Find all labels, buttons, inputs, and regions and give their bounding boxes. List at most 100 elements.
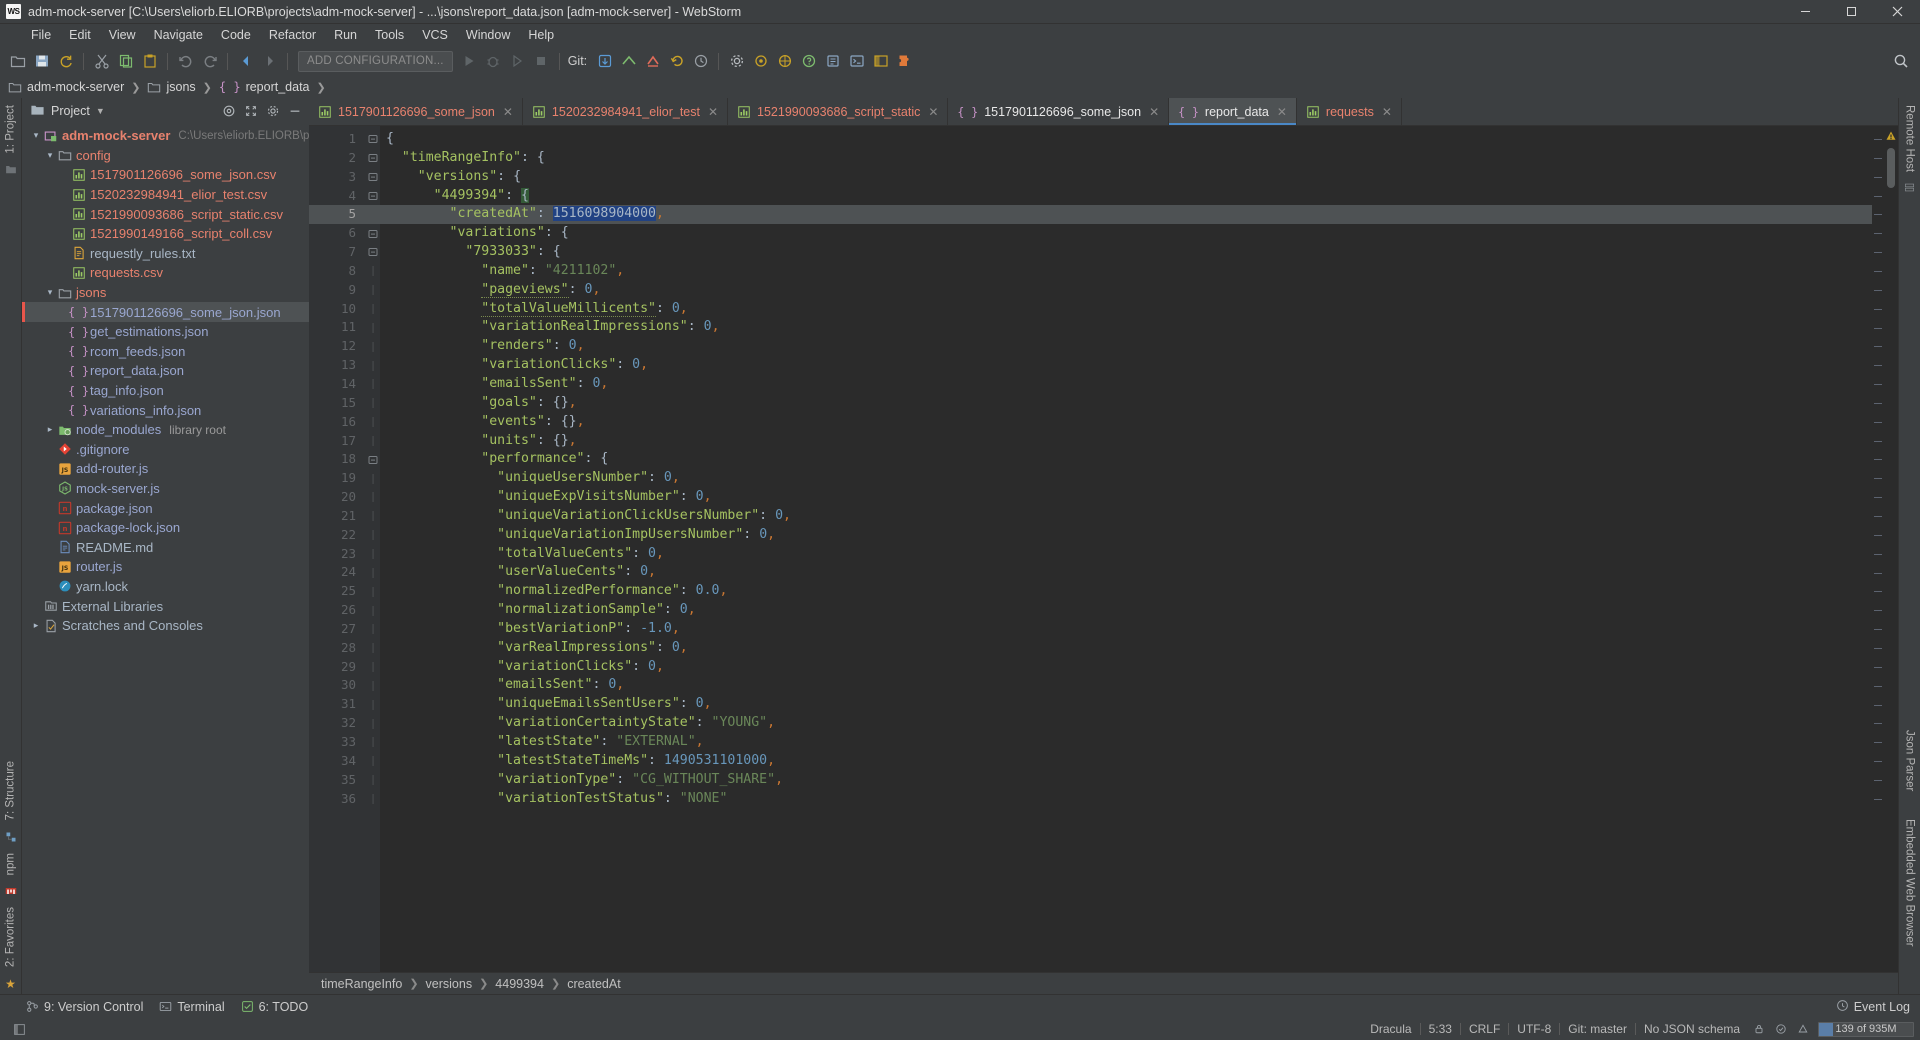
menu-vcs[interactable]: VCS xyxy=(413,26,457,44)
code-line[interactable]: "uniqueVariationClickUsersNumber": 0, xyxy=(380,507,1872,526)
line-number[interactable]: 17 xyxy=(309,432,365,451)
status-git-branch[interactable]: Git: master xyxy=(1560,1022,1635,1036)
save-all-icon[interactable] xyxy=(30,50,53,73)
close-icon[interactable]: ✕ xyxy=(928,105,938,119)
tree-node-get-estimations-json[interactable]: { } get_estimations.json xyxy=(22,322,309,342)
status-caret-position[interactable]: 5:33 xyxy=(1421,1022,1460,1036)
debug-icon[interactable] xyxy=(482,50,505,73)
line-number[interactable]: 21 xyxy=(309,507,365,526)
code-line[interactable]: "latestStateTimeMs": 1490531101000, xyxy=(380,752,1872,771)
code-line[interactable]: "variationClicks": 0, xyxy=(380,658,1872,677)
tree-node-1517901126696-some-json-json[interactable]: { } 1517901126696_some_json.json xyxy=(22,302,309,322)
tree-node-jsons[interactable]: ▾ jsons xyxy=(22,283,309,303)
tree-node-package-lock-json[interactable]: n package-lock.json xyxy=(22,518,309,538)
editor-scrollbar[interactable] xyxy=(1884,126,1898,972)
line-number[interactable]: 7 xyxy=(309,243,365,262)
tree-node-adm-mock-server[interactable]: ▾ adm-mock-server C:\Users\eliorb.ELIORB\p… xyxy=(22,126,309,146)
line-number[interactable]: 22 xyxy=(309,526,365,545)
collapse-all-icon[interactable] xyxy=(241,101,261,121)
history-icon[interactable] xyxy=(689,50,712,73)
code-line[interactable]: "varRealImpressions": 0, xyxy=(380,639,1872,658)
layout-icon[interactable] xyxy=(869,50,892,73)
menu-help[interactable]: Help xyxy=(519,26,563,44)
line-number[interactable]: 16 xyxy=(309,413,365,432)
cut-icon[interactable] xyxy=(90,50,113,73)
fold-marker-icon[interactable] xyxy=(365,224,380,243)
tree-node--gitignore[interactable]: .gitignore xyxy=(22,440,309,460)
run-icon[interactable] xyxy=(458,50,481,73)
tree-node-1521990149166-script-coll-csv[interactable]: 1521990149166_script_coll.csv xyxy=(22,224,309,244)
close-icon[interactable] xyxy=(1874,0,1920,23)
close-icon[interactable]: ✕ xyxy=(1382,105,1392,119)
code-line[interactable]: "createdAt": 1516098904000, xyxy=(380,205,1872,225)
line-number[interactable]: 33 xyxy=(309,733,365,752)
line-number[interactable]: 14 xyxy=(309,375,365,394)
bottom-tab-terminal[interactable]: Terminal xyxy=(159,1000,225,1014)
minimize-icon[interactable] xyxy=(1782,0,1828,23)
breadcrumb-item-jsons[interactable]: jsons xyxy=(145,80,197,94)
tree-node-1521990093686-script-static-csv[interactable]: 1521990093686_script_static.csv xyxy=(22,204,309,224)
code-line[interactable]: "versions": { xyxy=(380,168,1872,187)
tree-node-node-modules[interactable]: ▸ node_modules library root xyxy=(22,420,309,440)
lock-icon[interactable] xyxy=(1748,1023,1770,1035)
code-line[interactable]: "emailsSent": 0, xyxy=(380,375,1872,394)
tree-node-requests-csv[interactable]: requests.csv xyxy=(22,263,309,283)
line-number[interactable]: 13 xyxy=(309,356,365,375)
code-line[interactable]: "totalValueMillicents": 0, xyxy=(380,300,1872,319)
close-icon[interactable]: ✕ xyxy=(1149,105,1159,119)
tree-node-tag-info-json[interactable]: { } tag_info.json xyxy=(22,381,309,401)
code-folding-gutter[interactable] xyxy=(365,126,380,972)
chevron-down-icon[interactable]: ▾ xyxy=(44,287,56,298)
line-number[interactable]: 19 xyxy=(309,469,365,488)
line-number[interactable]: 11 xyxy=(309,318,365,337)
menu-navigate[interactable]: Navigate xyxy=(145,26,212,44)
line-number[interactable]: 18 xyxy=(309,450,365,469)
code-line[interactable]: "renders": 0, xyxy=(380,337,1872,356)
line-number[interactable]: 28 xyxy=(309,639,365,658)
status-line-separator[interactable]: CRLF xyxy=(1461,1022,1508,1036)
bug-icon[interactable] xyxy=(821,50,844,73)
line-number[interactable]: 24 xyxy=(309,563,365,582)
menu-window[interactable]: Window xyxy=(457,26,519,44)
project-structure-icon[interactable] xyxy=(749,50,772,73)
line-number[interactable]: 3 xyxy=(309,168,365,187)
chevron-right-icon[interactable]: ▸ xyxy=(44,424,56,435)
line-number[interactable]: 8 xyxy=(309,262,365,281)
line-number[interactable]: 32 xyxy=(309,714,365,733)
menu-tools[interactable]: Tools xyxy=(366,26,413,44)
code-line[interactable]: "performance": { xyxy=(380,450,1872,469)
tree-node-variations-info-json[interactable]: { } variations_info.json xyxy=(22,400,309,420)
tree-node-package-json[interactable]: n package.json xyxy=(22,498,309,518)
code-line[interactable]: "pageviews": 0, xyxy=(380,281,1872,300)
close-icon[interactable]: ✕ xyxy=(1277,105,1287,119)
code-editor[interactable]: { "timeRangeInfo": { "versions": { "4499… xyxy=(380,126,1872,972)
search-icon[interactable] xyxy=(1889,50,1912,73)
sidebar-tab-structure[interactable]: 7: Structure xyxy=(0,754,21,827)
editor-breadcrumb-item[interactable]: 4499394 xyxy=(495,977,544,991)
line-number[interactable]: 5 xyxy=(309,205,365,225)
bottom-tab-todo[interactable]: 6: TODO xyxy=(241,1000,308,1014)
code-line[interactable]: "7933033": { xyxy=(380,243,1872,262)
tree-node-yarn-lock[interactable]: yarn.lock xyxy=(22,577,309,597)
plugin-icon[interactable] xyxy=(893,50,916,73)
project-tree[interactable]: ▾ adm-mock-server C:\Users\eliorb.ELIORB\p… xyxy=(22,124,309,994)
chevron-down-icon[interactable]: ▾ xyxy=(30,130,42,141)
sidebar-tab-project[interactable]: 1: Project xyxy=(0,98,21,161)
line-number[interactable]: 4 xyxy=(309,187,365,206)
line-number[interactable]: 15 xyxy=(309,394,365,413)
code-line[interactable]: "units": {}, xyxy=(380,432,1872,451)
tree-node-config[interactable]: ▾ config xyxy=(22,146,309,166)
code-line[interactable]: "name": "4211102", xyxy=(380,262,1872,281)
line-number[interactable]: 30 xyxy=(309,676,365,695)
tree-node-1520232984941-elior-test-csv[interactable]: 1520232984941_elior_test.csv xyxy=(22,185,309,205)
menu-edit[interactable]: Edit xyxy=(60,26,100,44)
chevron-down-icon[interactable]: ▾ xyxy=(44,150,56,161)
menu-view[interactable]: View xyxy=(100,26,145,44)
line-number[interactable]: 23 xyxy=(309,545,365,564)
hector-icon[interactable] xyxy=(1792,1023,1814,1035)
memory-indicator[interactable]: 139 of 935M xyxy=(1818,1021,1914,1037)
line-number[interactable]: 12 xyxy=(309,337,365,356)
line-number[interactable]: 34 xyxy=(309,752,365,771)
run-with-coverage-icon[interactable] xyxy=(506,50,529,73)
line-number[interactable]: 35 xyxy=(309,771,365,790)
